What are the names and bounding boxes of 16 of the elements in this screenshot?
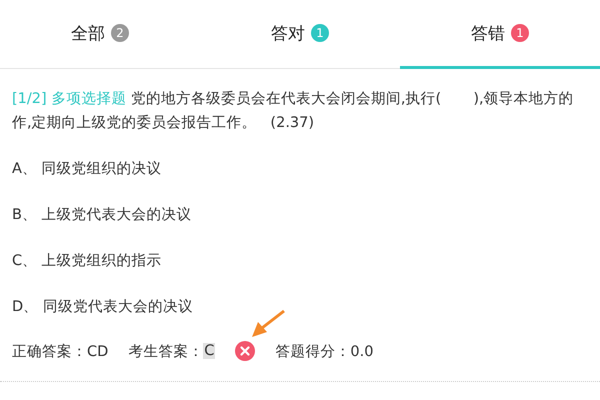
answer-option: D、 同级党代表大会的决议 [12, 295, 600, 319]
user-answer: C [203, 343, 216, 359]
tab[interactable]: 答错 1 [400, 0, 600, 69]
count-badge: 1 [311, 24, 329, 42]
answer-option: B、 上级党代表大会的决议 [12, 203, 600, 227]
user-answer-label: 考生答案： [128, 342, 204, 360]
question-text: [1/2] 多项选择题 党的地方各级委员会在代表大会闭会期间,执行( ),领导本地方的作,定期向上级党的委员会报告工作。 (2.37) [12, 90, 575, 133]
correct-answer: 正确答案：CD [12, 342, 108, 360]
arrow-icon [250, 309, 286, 339]
tab[interactable]: 全部 2 [0, 0, 200, 69]
score: 答题得分：0.0 [275, 342, 374, 360]
tab[interactable]: 答对 1 [200, 0, 400, 69]
count-badge: 1 [511, 24, 529, 42]
answer-option: A、 同级党组织的决议 [12, 157, 600, 181]
answer-option: C、 上级党组织的指示 [12, 249, 600, 273]
count-badge: 2 [111, 24, 129, 42]
